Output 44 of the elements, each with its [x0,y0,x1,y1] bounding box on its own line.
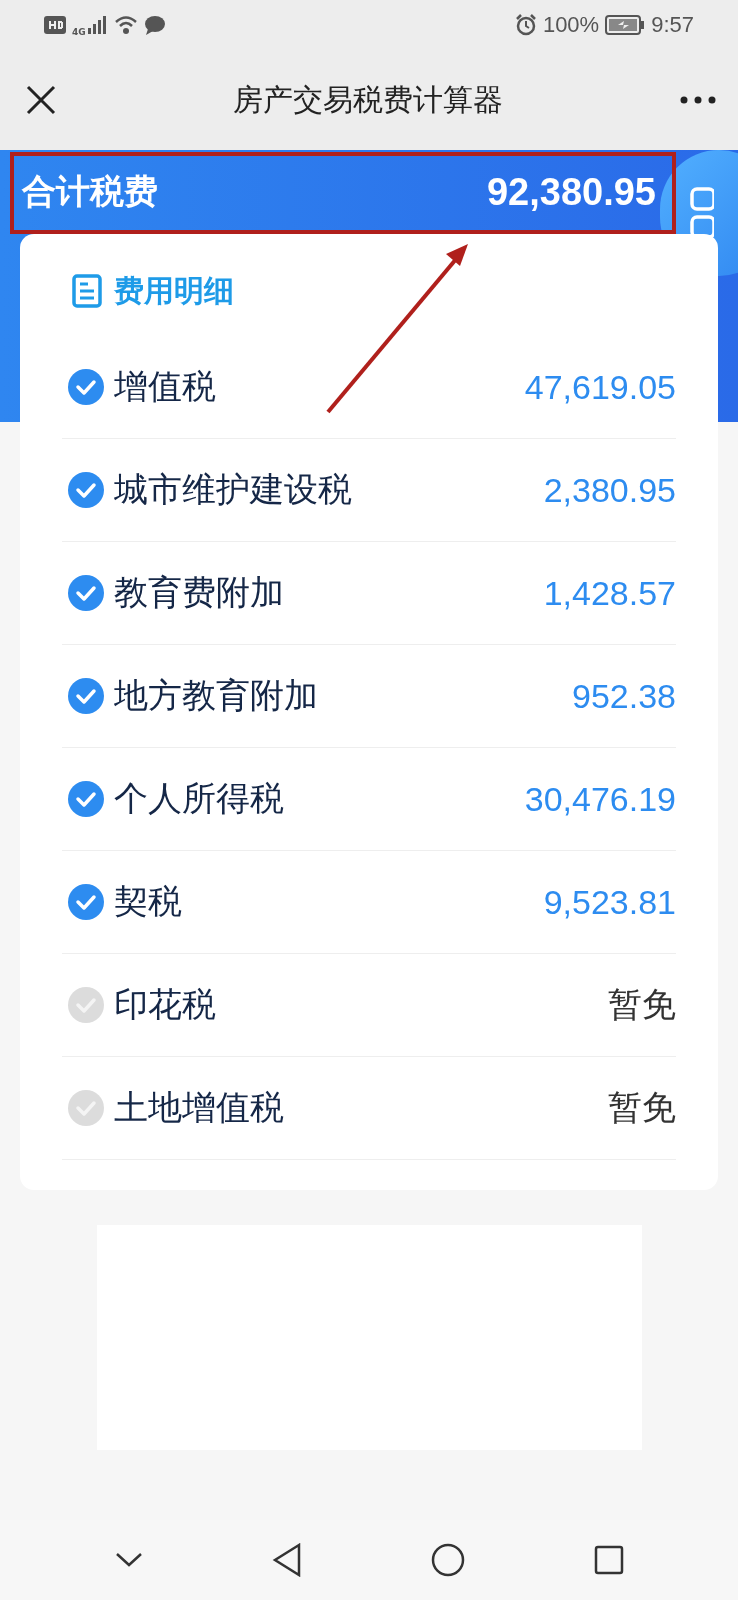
checked-checkbox[interactable] [68,369,104,405]
fee-amount: 47,619.05 [524,367,676,407]
fee-amount: 30,476.19 [524,779,676,819]
hd-icon [44,16,66,34]
fee-amount: 952.38 [572,676,676,716]
network-label: 4G [72,27,86,37]
fee-name: 教育费附加 [114,571,285,614]
more-icon[interactable] [680,96,716,104]
page-title: 房产交易税费计算器 [232,80,504,119]
close-icon[interactable] [26,85,56,115]
total-label: 合计税费 [22,170,158,213]
checked-checkbox[interactable] [68,781,104,817]
checked-checkbox[interactable] [68,472,104,508]
fee-name: 地方教育附加 [114,674,319,717]
back-icon[interactable] [271,1543,302,1577]
fee-amount: 暂免 [608,1087,676,1128]
chat-icon [143,15,166,35]
battery-icon [605,15,646,35]
wifi-icon [113,15,138,35]
fee-amount: 1,428.57 [543,573,676,613]
signal-icon [87,16,108,34]
checked-checkbox[interactable] [68,575,104,611]
checked-checkbox[interactable] [68,884,104,920]
fee-amount: 暂免 [608,984,676,1025]
fee-name: 印花税 [114,983,217,1026]
alarm-icon [514,14,537,36]
fee-name: 增值税 [114,365,217,408]
total-value: 92,380.95 [486,170,656,214]
battery-percent: 100% [542,12,600,38]
home-icon[interactable] [430,1543,465,1577]
checked-checkbox[interactable] [68,678,104,714]
unchecked-checkbox[interactable] [68,1090,104,1126]
clock: 9:57 [651,12,694,38]
fee-name: 城市维护建设税 [114,468,353,511]
fee-amount: 2,380.95 [543,470,676,510]
fee-name: 个人所得税 [114,777,285,820]
section-title: 费用明细 [114,271,234,310]
fee-name: 土地增值税 [114,1086,285,1129]
recent-apps-icon[interactable] [593,1545,624,1575]
document-icon [72,274,102,308]
fee-amount: 9,523.81 [543,882,676,922]
down-icon[interactable] [114,1552,143,1568]
fee-name: 契税 [114,880,183,923]
unchecked-checkbox[interactable] [68,987,104,1023]
